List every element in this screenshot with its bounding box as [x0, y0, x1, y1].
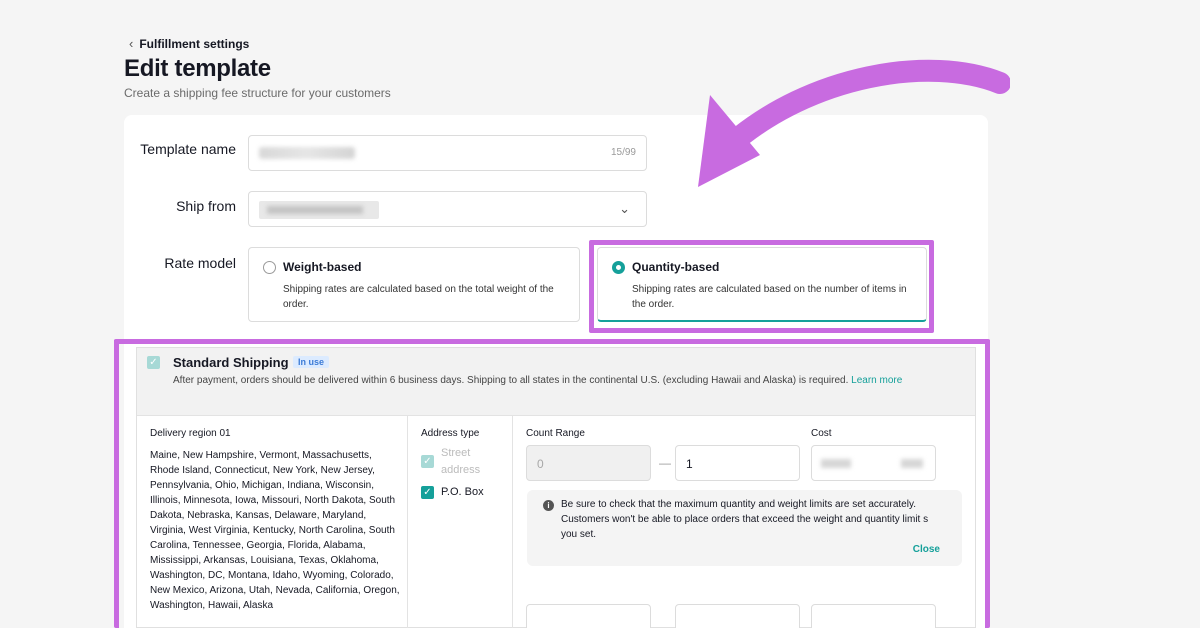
breadcrumb[interactable]: ‹ Fulfillment settings	[129, 36, 249, 51]
cost-currency	[901, 459, 923, 468]
close-button[interactable]: Close	[913, 544, 940, 555]
shipping-desc-text: After payment, orders should be delivere…	[173, 375, 849, 386]
address-type-label: Address type	[421, 428, 480, 439]
count-range-to-input-2[interactable]	[675, 604, 800, 628]
rate-model-label: Rate model	[164, 255, 236, 271]
ship-from-select[interactable]: ⌄	[248, 191, 647, 227]
column-divider	[407, 416, 408, 628]
notice-text: Be sure to check that the maximum quanti…	[561, 499, 929, 540]
rate-option-quantity[interactable]: Quantity-based Shipping rates are calcul…	[597, 247, 927, 322]
breadcrumb-label[interactable]: Fulfillment settings	[139, 37, 249, 51]
learn-more-link[interactable]: Learn more	[851, 375, 902, 386]
status-badge: In use	[293, 356, 330, 368]
template-name-counter: 15/99	[610, 147, 636, 158]
rate-option-desc: Shipping rates are calculated based on t…	[632, 284, 907, 310]
template-name-input[interactable]: 15/99	[248, 135, 647, 171]
chevron-down-icon[interactable]: ⌄	[619, 201, 630, 217]
cost-label: Cost	[811, 428, 832, 439]
shipping-header: ✓ Standard Shipping In use After payment…	[137, 348, 975, 416]
checkbox-icon[interactable]: ✓	[147, 356, 160, 369]
rate-option-desc: Shipping rates are calculated based on t…	[283, 284, 554, 310]
po-box-checkbox[interactable]: ✓	[421, 486, 434, 499]
rate-option-title: Quantity-based	[632, 260, 720, 274]
range-dash: —	[659, 456, 671, 470]
shipping-desc: After payment, orders should be delivere…	[173, 375, 902, 386]
cost-input-2[interactable]	[811, 604, 936, 628]
chevron-left-icon[interactable]: ‹	[129, 36, 133, 51]
street-address-label: Street address	[441, 447, 481, 476]
cost-input[interactable]	[811, 445, 936, 481]
ship-from-label: Ship from	[176, 198, 236, 214]
ship-from-value	[259, 201, 379, 219]
limit-notice: i Be sure to check that the maximum quan…	[527, 490, 962, 566]
info-icon: i	[543, 500, 554, 511]
standard-shipping-panel: ✓ Standard Shipping In use After payment…	[136, 347, 976, 628]
po-box-label: P.O. Box	[441, 486, 484, 498]
radio-quantity-based[interactable]	[612, 261, 625, 274]
street-address-checkbox[interactable]: ✓	[421, 455, 434, 468]
delivery-region-states: Maine, New Hampshire, Vermont, Massachus…	[150, 450, 400, 611]
count-range-label: Count Range	[526, 428, 585, 439]
page-title: Edit template	[124, 55, 271, 82]
template-name-value	[259, 147, 355, 159]
arrow-annotation	[698, 59, 1010, 187]
delivery-region-label: Delivery region 01	[150, 428, 231, 439]
template-name-label: Template name	[140, 141, 236, 157]
count-range-to-input[interactable]: 1	[675, 445, 800, 481]
column-divider	[512, 416, 513, 628]
count-range-from-input-2[interactable]	[526, 604, 651, 628]
rate-option-title: Weight-based	[283, 260, 362, 274]
radio-weight-based[interactable]	[263, 261, 276, 274]
cost-value	[821, 459, 851, 468]
rate-option-weight[interactable]: Weight-based Shipping rates are calculat…	[248, 247, 580, 322]
shipping-title: Standard Shipping	[173, 355, 289, 370]
page-subtitle: Create a shipping fee structure for your…	[124, 86, 391, 100]
count-range-from-input: 0	[526, 445, 651, 481]
